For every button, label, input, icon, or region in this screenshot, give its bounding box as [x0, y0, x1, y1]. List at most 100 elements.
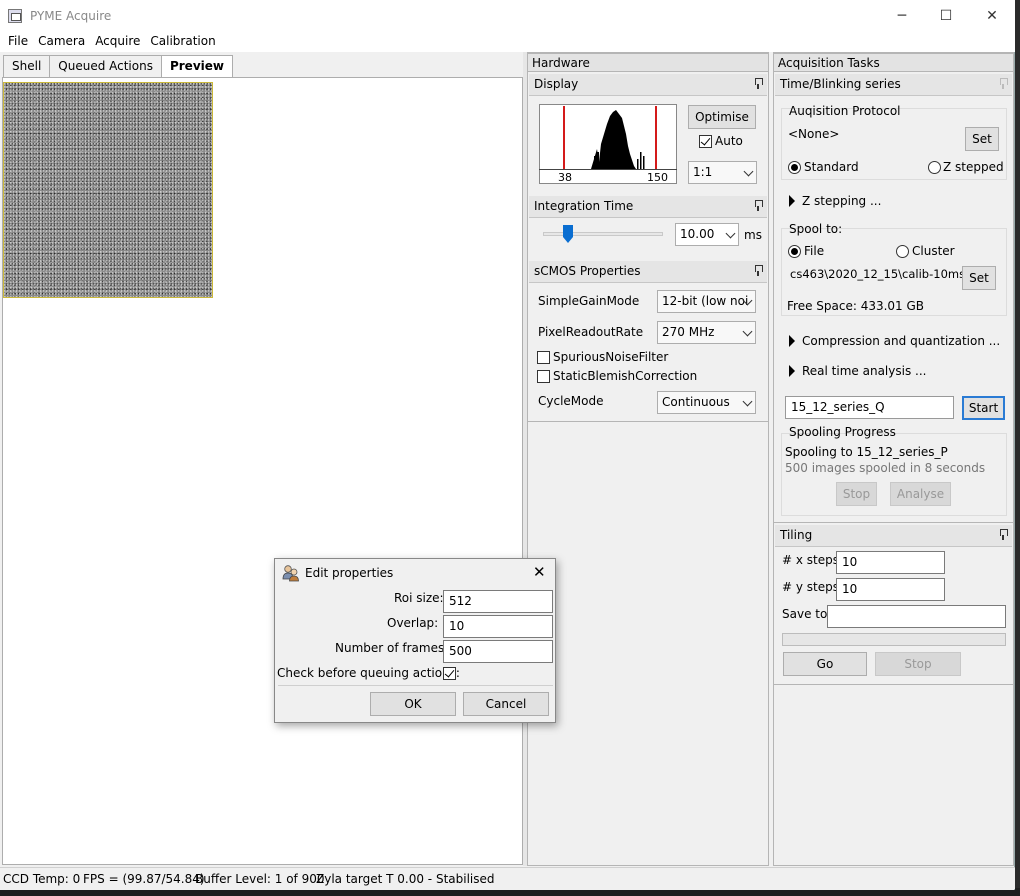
expand-triangle-icon[interactable]	[789, 335, 795, 347]
tab-preview[interactable]: Preview	[160, 55, 233, 78]
tab-shell[interactable]: Shell	[3, 55, 51, 77]
check-before-checkbox[interactable]	[443, 667, 456, 680]
protocol-value: <None>	[788, 127, 840, 141]
pin-icon[interactable]	[754, 200, 763, 211]
roi-size-input[interactable]: 512	[443, 590, 553, 613]
integration-title: Integration Time	[534, 199, 634, 213]
dialog-close-icon[interactable]: ✕	[533, 563, 546, 581]
users-icon	[282, 565, 299, 582]
spool-label: Spool to:	[789, 222, 843, 236]
expand-triangle-icon[interactable]	[789, 365, 795, 377]
close-button[interactable]: ✕	[969, 0, 1015, 32]
divider	[528, 421, 768, 422]
hist-min-label: 38	[558, 171, 572, 184]
cycle-mode-select[interactable]: Continuous	[657, 391, 756, 414]
static-blemish-label: StaticBlemishCorrection	[553, 369, 698, 383]
menu-camera[interactable]: Camera	[30, 32, 85, 52]
pixel-readout-select[interactable]: 270 MHz	[657, 321, 756, 344]
y-steps-label: # y steps:	[782, 580, 844, 594]
tab-queued-actions[interactable]: Queued Actions	[49, 55, 162, 77]
tiling-go-button[interactable]: Go	[783, 652, 867, 676]
series-section-header[interactable]: Time/Blinking series	[775, 74, 1012, 96]
pixel-readout-label: PixelReadoutRate	[538, 325, 644, 339]
integration-section-header[interactable]: Integration Time	[529, 196, 767, 218]
standard-label: Standard	[804, 160, 859, 174]
compression-fold[interactable]: Compression and quantization ...	[802, 334, 1000, 348]
static-blemish-checkbox[interactable]	[537, 370, 550, 383]
pin-icon[interactable]	[999, 529, 1008, 540]
menu-calibration[interactable]: Calibration	[142, 32, 215, 52]
integration-time-input[interactable]: 10.00	[675, 223, 739, 246]
maximize-button[interactable]: ☐	[923, 0, 969, 32]
menu-file[interactable]: File	[0, 32, 28, 52]
integration-slider-thumb[interactable]	[562, 224, 574, 244]
spool-stop-button[interactable]: Stop	[836, 482, 877, 506]
x-steps-input[interactable]: 10	[836, 551, 945, 574]
overlap-input[interactable]: 10	[443, 615, 553, 638]
tasks-header: Acquisition Tasks	[773, 53, 1014, 72]
frames-label: Number of frames:	[335, 641, 449, 655]
integration-unit: ms	[744, 228, 762, 242]
display-title: Display	[534, 77, 579, 91]
cancel-button[interactable]: Cancel	[463, 692, 549, 716]
zstepped-radio[interactable]	[928, 161, 941, 174]
tiling-progress-bar	[782, 633, 1006, 646]
zstepping-fold[interactable]: Z stepping ...	[802, 194, 881, 208]
pin-icon[interactable]	[754, 265, 763, 276]
auto-checkbox[interactable]	[699, 135, 712, 148]
save-to-label: Save to:	[782, 607, 832, 621]
auto-label: Auto	[715, 134, 743, 148]
spool-cluster-radio[interactable]	[896, 245, 909, 258]
pixel-readout-value: 270 MHz	[662, 325, 715, 339]
spool-set-button[interactable]: Set	[962, 266, 996, 290]
status-buffer: Buffer Level: 1 of 900	[195, 871, 325, 886]
status-ccd-temp: CCD Temp: 0	[3, 871, 81, 886]
images-spooled: 500 images spooled in 8 seconds	[785, 461, 986, 475]
frames-input[interactable]: 500	[443, 640, 553, 663]
chevron-down-icon	[742, 396, 753, 407]
save-to-input[interactable]	[827, 605, 1006, 628]
tasks-pane: Acquisition Tasks Time/Blinking series A…	[773, 52, 1014, 866]
chevron-down-icon	[743, 166, 754, 177]
ok-button[interactable]: OK	[370, 692, 456, 716]
camera-preview-image[interactable]	[3, 82, 213, 298]
protocol-set-button[interactable]: Set	[965, 127, 999, 151]
minimize-button[interactable]: ─	[879, 0, 925, 32]
series-name-input[interactable]: 15_12_series_Q	[785, 396, 954, 419]
scmos-section-header[interactable]: sCMOS Properties	[529, 261, 767, 283]
display-section-header[interactable]: Display	[529, 74, 767, 96]
simple-gain-select[interactable]: 12-bit (low noi	[657, 290, 756, 313]
status-zyla: Zyla target T 0.00 - Stabilised	[316, 871, 495, 886]
pin-icon[interactable]	[754, 78, 763, 89]
start-button[interactable]: Start	[962, 396, 1005, 420]
zoom-select[interactable]: 1:1	[688, 161, 757, 184]
integration-slider-track[interactable]	[543, 232, 663, 236]
chevron-down-icon	[742, 326, 753, 337]
divider	[774, 522, 1013, 523]
pin-icon[interactable]	[999, 78, 1008, 89]
tiling-section-header[interactable]: Tiling	[775, 525, 1012, 547]
histogram-plot[interactable]: 38 150	[539, 104, 677, 184]
app-window: PYME Acquire ─ ☐ ✕ File Camera Acquire C…	[0, 0, 1015, 890]
spool-file-radio[interactable]	[788, 245, 801, 258]
roi-size-label: Roi size:	[394, 591, 444, 605]
menu-acquire[interactable]: Acquire	[87, 32, 140, 52]
spurious-noise-checkbox[interactable]	[537, 351, 550, 364]
title-bar: PYME Acquire ─ ☐ ✕	[0, 0, 1015, 32]
dialog-title: Edit properties	[305, 566, 394, 580]
realtime-fold[interactable]: Real time analysis ...	[802, 364, 926, 378]
zstepped-label: Z stepped	[943, 160, 1004, 174]
simple-gain-value: 12-bit (low noi	[662, 294, 749, 308]
expand-triangle-icon[interactable]	[789, 195, 795, 207]
optimise-button[interactable]: Optimise	[688, 105, 756, 129]
tiling-title: Tiling	[780, 528, 813, 542]
chevron-down-icon	[725, 228, 736, 239]
hardware-header: Hardware	[527, 53, 769, 72]
standard-radio[interactable]	[788, 161, 801, 174]
analyse-button[interactable]: Analyse	[890, 482, 951, 506]
tiling-stop-button[interactable]: Stop	[875, 652, 961, 676]
free-space: Free Space: 433.01 GB	[787, 299, 925, 313]
edit-properties-dialog: Edit properties ✕ Roi size: 512 Overlap:…	[274, 558, 556, 723]
y-steps-input[interactable]: 10	[836, 578, 945, 601]
scmos-title: sCMOS Properties	[534, 264, 641, 278]
